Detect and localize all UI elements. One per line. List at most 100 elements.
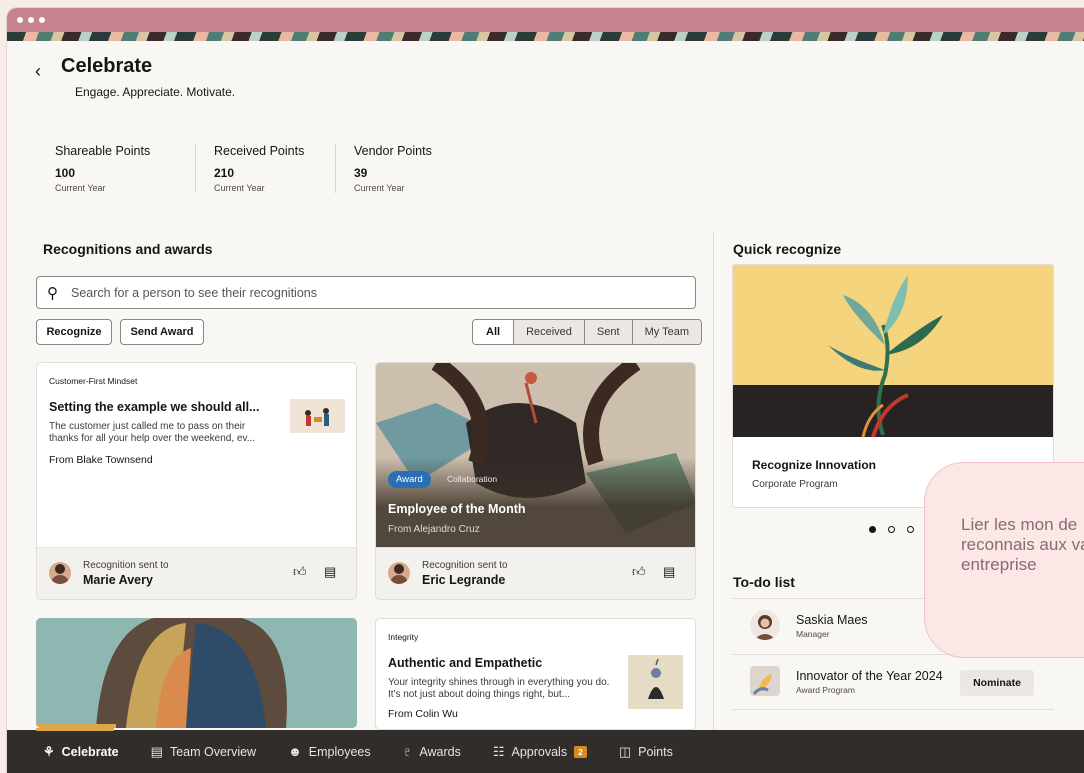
nav-approvals[interactable]: ☷ Approvals 2 bbox=[493, 744, 587, 760]
recognize-button[interactable]: Recognize bbox=[36, 319, 112, 345]
column-divider bbox=[713, 232, 714, 732]
card-footer: Recognition sent to Marie Avery 👍︎ ▤ bbox=[37, 547, 356, 599]
tooltip-text: Lier les mon de reconnais aux valeurs en… bbox=[961, 515, 1084, 574]
award-card[interactable]: Award Collaboration Employee of the Mont… bbox=[375, 362, 696, 600]
award-from: From Alejandro Cruz bbox=[388, 524, 480, 535]
todo-role: Award Program bbox=[796, 685, 855, 695]
points-period: Current Year bbox=[55, 183, 106, 193]
window-dot bbox=[28, 17, 34, 23]
search-input[interactable] bbox=[71, 283, 671, 303]
recognition-image-card[interactable] bbox=[36, 618, 357, 728]
card-description: The customer just called me to pass on t… bbox=[49, 421, 256, 444]
avatar bbox=[49, 562, 71, 584]
recipient-name: Marie Avery bbox=[83, 573, 153, 587]
book-icon: ☷ bbox=[492, 743, 505, 759]
trophy-icon: ♇ bbox=[402, 744, 413, 759]
quick-recognize-card-title: Recognize Innovation bbox=[752, 458, 877, 472]
recognition-card[interactable]: Integrity Authentic and Empathetic Your … bbox=[375, 618, 696, 730]
points-received: Received Points 210 Current Year bbox=[195, 144, 335, 193]
card-from: From Blake Townsend bbox=[49, 454, 153, 466]
card-title: Setting the example we should all... bbox=[49, 400, 260, 414]
points-bag-icon: ◫ bbox=[618, 743, 632, 759]
points-label: Vendor Points bbox=[354, 144, 432, 158]
award-category: Collaboration bbox=[447, 474, 498, 484]
search-box[interactable]: ⚲ bbox=[36, 276, 696, 309]
todo-title: To-do list bbox=[733, 574, 795, 590]
points-label: Received Points bbox=[214, 144, 305, 158]
card-from: From Colin Wu bbox=[388, 708, 458, 720]
avatar bbox=[750, 610, 780, 640]
points-period: Current Year bbox=[214, 183, 265, 193]
window-dot bbox=[17, 17, 23, 23]
nav-awards[interactable]: ♇ Awards bbox=[403, 744, 461, 759]
card-thumbnail bbox=[628, 655, 683, 709]
todo-name: Innovator of the Year 2024 bbox=[796, 669, 943, 683]
people-icon: ☻ bbox=[288, 744, 302, 759]
comment-icon[interactable]: ▤ bbox=[663, 564, 675, 580]
points-summary: Shareable Points 100 Current Year Receiv… bbox=[55, 144, 475, 193]
carousel-dot[interactable] bbox=[888, 526, 895, 533]
nav-label: Points bbox=[638, 744, 673, 759]
thumbs-up-icon[interactable]: 👍︎ bbox=[632, 564, 646, 580]
points-value: 100 bbox=[55, 166, 76, 180]
todo-name: Saskia Maes bbox=[796, 613, 868, 627]
carousel-dot-active[interactable] bbox=[869, 526, 876, 533]
award-image bbox=[376, 363, 695, 547]
tooltip-bubble: Lier les mon de reconnais aux valeurs en… bbox=[924, 462, 1084, 658]
card-description: Your integrity shines through in everyth… bbox=[388, 677, 610, 700]
send-award-button[interactable]: Send Award bbox=[120, 319, 204, 345]
points-shareable: Shareable Points 100 Current Year bbox=[55, 144, 195, 193]
nav-label: Awards bbox=[419, 744, 461, 759]
filter-my-team[interactable]: My Team bbox=[631, 320, 701, 344]
nominate-button[interactable]: Nominate bbox=[960, 670, 1034, 696]
nav-points[interactable]: ◫ Points bbox=[619, 744, 673, 760]
comment-icon[interactable]: ▤ bbox=[324, 564, 336, 580]
filter-sent[interactable]: Sent bbox=[583, 320, 632, 344]
filter-all[interactable]: All bbox=[473, 320, 514, 344]
quick-recognize-card-subtitle: Corporate Program bbox=[752, 479, 838, 490]
points-value: 39 bbox=[354, 166, 368, 180]
nav-label: Employees bbox=[308, 744, 371, 759]
carousel-dots bbox=[869, 526, 914, 533]
carousel-dot[interactable] bbox=[907, 526, 914, 533]
page-title: Celebrate bbox=[61, 55, 153, 77]
quick-recognize-image bbox=[733, 265, 1053, 438]
nav-employees[interactable]: ☻ Employees bbox=[288, 744, 371, 759]
points-label: Shareable Points bbox=[55, 144, 151, 158]
medal-icon: ⚘ bbox=[43, 743, 55, 759]
award-badge: Award bbox=[388, 471, 431, 488]
nav-celebrate[interactable]: ⚘ Celebrate bbox=[43, 744, 119, 760]
nav-active-indicator bbox=[36, 728, 114, 731]
filter-received[interactable]: Received bbox=[513, 320, 584, 344]
award-title: Employee of the Month bbox=[388, 502, 526, 516]
id-card-icon: ▤ bbox=[150, 743, 163, 759]
todo-role: Manager bbox=[796, 629, 830, 639]
bottom-nav: ⚘ Celebrate ▤ Team Overview ☻ Employees … bbox=[7, 730, 1084, 773]
back-chevron-icon[interactable]: ‹ bbox=[35, 61, 41, 82]
page-subtitle: Engage. Appreciate. Motivate. bbox=[75, 85, 236, 99]
recognition-sent-label: Recognition sent to bbox=[422, 560, 508, 571]
quick-recognize-title: Quick recognize bbox=[733, 241, 842, 257]
award-icon bbox=[750, 666, 780, 696]
recognition-card[interactable]: Customer-First Mindset Setting the examp… bbox=[36, 362, 357, 600]
card-thumbnail bbox=[290, 399, 345, 433]
points-vendor: Vendor Points 39 Current Year bbox=[335, 144, 475, 193]
filter-tabs: All Received Sent My Team bbox=[472, 319, 702, 345]
card-footer: Recognition sent to Eric Legrande 👍︎ ▤ bbox=[376, 547, 695, 599]
nav-label: Approvals bbox=[511, 744, 568, 759]
recognitions-title: Recognitions and awards bbox=[43, 241, 213, 257]
card-tag: Integrity bbox=[388, 632, 419, 642]
nav-team-overview[interactable]: ▤ Team Overview bbox=[151, 744, 256, 760]
nav-label: Team Overview bbox=[169, 744, 257, 759]
search-icon: ⚲ bbox=[47, 285, 58, 302]
card-tag: Customer-First Mindset bbox=[49, 376, 138, 386]
points-value: 210 bbox=[214, 166, 235, 180]
recognition-sent-label: Recognition sent to bbox=[83, 560, 169, 571]
decorative-banner bbox=[7, 32, 1084, 41]
todo-item[interactable]: Innovator of the Year 2024 Award Program… bbox=[732, 654, 1054, 710]
approvals-count-badge: 2 bbox=[574, 745, 587, 758]
recipient-name: Eric Legrande bbox=[422, 573, 506, 587]
nav-label: Celebrate bbox=[61, 744, 119, 759]
card-title: Authentic and Empathetic bbox=[388, 656, 543, 670]
thumbs-up-icon[interactable]: 👍︎ bbox=[293, 564, 307, 580]
